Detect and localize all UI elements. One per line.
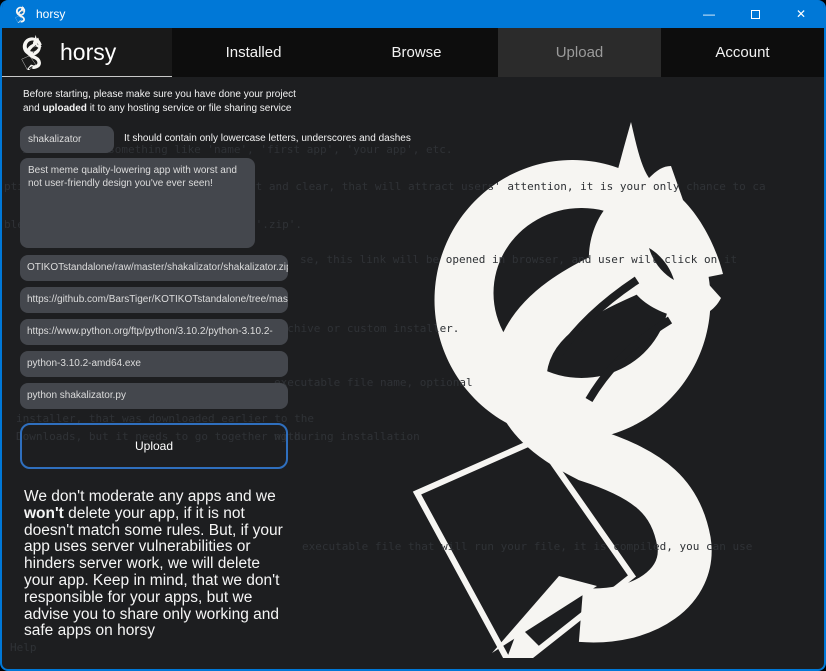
close-button[interactable]: ✕ [778,0,824,28]
repo-url-input[interactable]: https://github.com/BarsTiger/KOTIKOTstan… [20,287,288,313]
tab-browse[interactable]: Browse [335,28,498,77]
brand-name: horsy [60,39,116,66]
archive-url-input[interactable]: OTIKOTstandalone/raw/master/shakalizator… [20,255,288,281]
app-window: horsy — ✕ horsy Installed Browse Upload … [0,0,826,671]
window-title: horsy [36,7,65,21]
window-controls: — ✕ [686,0,824,28]
tab-account[interactable]: Account [661,28,824,77]
moderation-notice: We don't moderate any apps and we won't … [24,489,290,640]
intro-line2: and uploaded it to any hosting service o… [23,102,296,116]
nav-bar: horsy Installed Browse Upload Account [2,28,824,77]
installer-file-input[interactable]: python-3.10.2-amd64.exe [20,351,288,377]
close-icon: ✕ [796,7,806,21]
horsy-logo-icon [16,34,46,70]
app-name-hint: It should contain only lowercase letters… [124,133,411,144]
app-icon [12,5,28,23]
titlebar: horsy — ✕ [2,0,824,28]
installer-url-input[interactable]: https://www.python.org/ftp/python/3.10.2… [20,319,288,345]
upload-button[interactable]: Upload [20,423,288,469]
horse-s-logo [387,108,732,658]
app-name-input[interactable]: shakalizator [20,126,114,153]
maximize-icon [751,10,760,19]
run-command-input[interactable]: python shakalizator.py [20,383,288,409]
tab-upload[interactable]: Upload [498,28,661,77]
description-textarea[interactable]: Best meme quality-lowering app with wors… [20,158,255,248]
tab-installed[interactable]: Installed [172,28,335,77]
maximize-button[interactable] [732,0,778,28]
ghost-hint: Help [10,641,37,654]
upload-page: It should be something like 'name', 'fir… [2,77,824,669]
intro-text: Before starting, please make sure you ha… [23,88,296,115]
brand: horsy [2,28,172,77]
intro-line1: Before starting, please make sure you ha… [23,88,296,102]
minimize-button[interactable]: — [686,0,732,28]
minimize-icon: — [703,7,715,21]
